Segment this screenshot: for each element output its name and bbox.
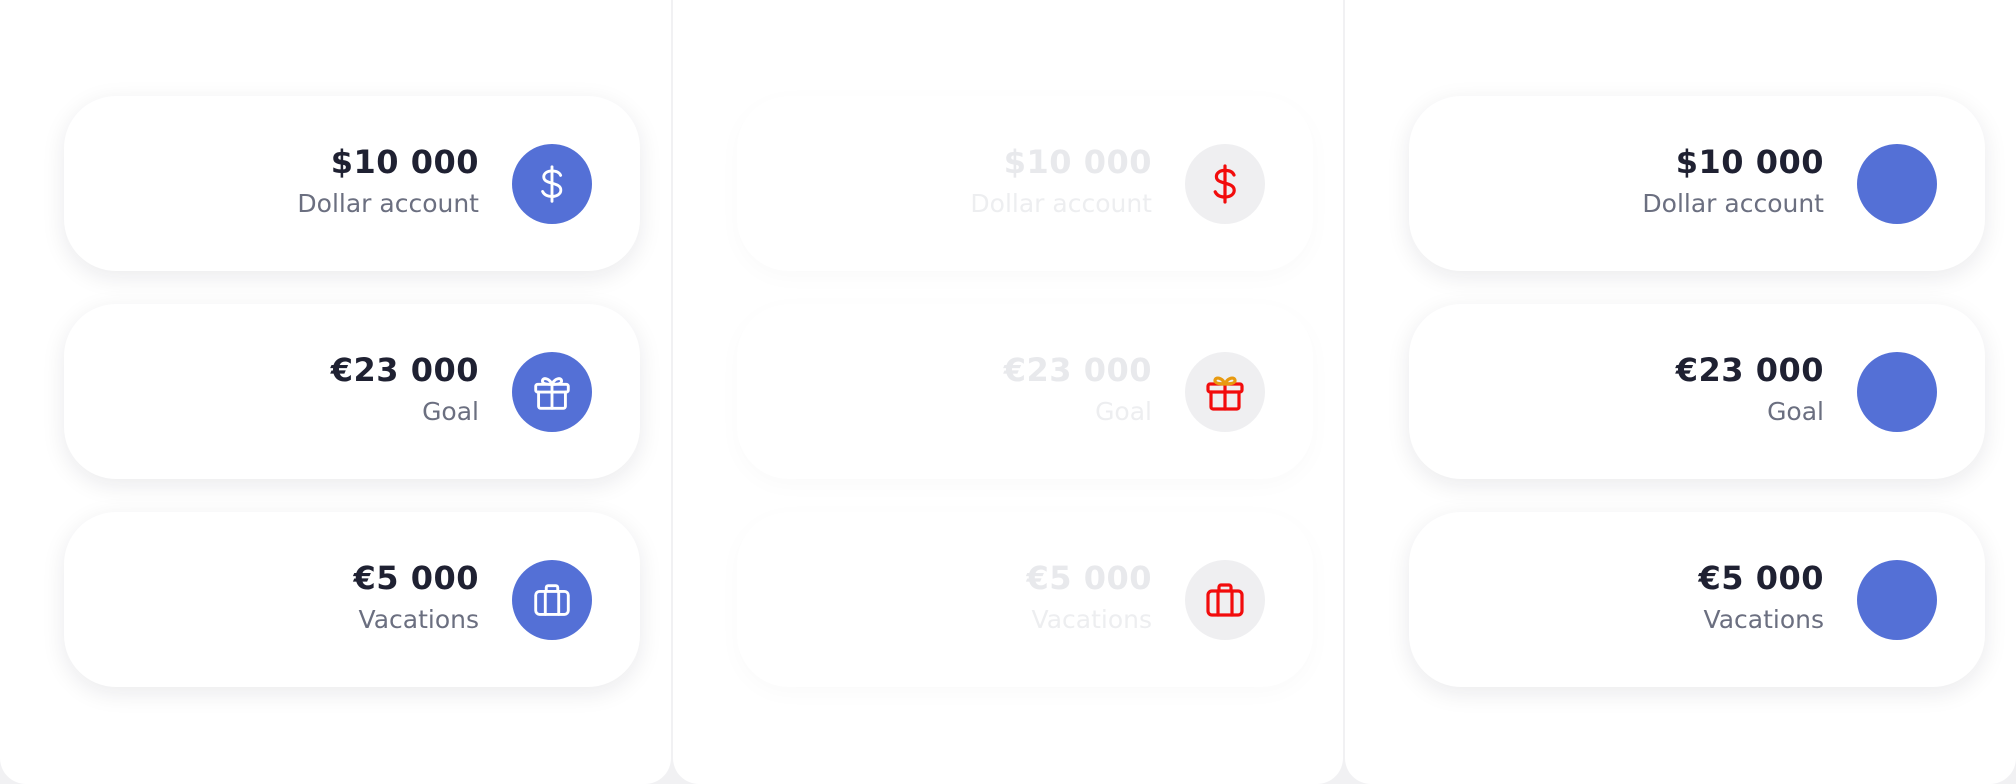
card-label: Vacations (358, 605, 479, 634)
briefcase-icon (1206, 583, 1244, 617)
dollar-account-card[interactable]: $10 000 Dollar account (1409, 96, 1985, 271)
card-amount: €5 000 (1026, 559, 1152, 597)
card-label: Dollar account (297, 189, 479, 218)
card-label: Goal (1095, 397, 1152, 426)
card-icon-badge (1185, 352, 1265, 432)
goal-card[interactable]: €23 000 Goal (64, 304, 640, 479)
card-text: $10 000 Dollar account (970, 146, 1152, 216)
panel-ghost: $10 000 Dollar account €23 000 Goal €5 0… (673, 0, 1343, 784)
card-amount: $10 000 (1003, 143, 1152, 181)
dollar-account-card[interactable]: $10 000 Dollar account (737, 96, 1313, 271)
briefcase-icon (534, 584, 570, 616)
card-icon-badge (512, 560, 592, 640)
goal-card[interactable]: €23 000 Goal (1409, 304, 1985, 479)
card-text: $10 000 Dollar account (1642, 146, 1824, 216)
card-label: Goal (1767, 397, 1824, 426)
card-text: €23 000 Goal (331, 354, 479, 424)
blank-circle-icon (1857, 144, 1937, 224)
card-text: €23 000 Goal (1676, 354, 1824, 424)
goal-card[interactable]: €23 000 Goal (737, 304, 1313, 479)
card-text: €5 000 Vacations (1699, 562, 1824, 632)
vacations-card[interactable]: €5 000 Vacations (64, 512, 640, 687)
card-amount: €23 000 (330, 351, 479, 389)
card-text: $10 000 Dollar account (297, 146, 479, 216)
card-amount: €23 000 (1675, 351, 1824, 389)
dollar-icon (1213, 164, 1236, 204)
account-cards-board: $10 000 Dollar account €23 000 Goal €5 0… (0, 0, 2016, 784)
panel-no-icon: $10 000 Dollar account €23 000 Goal €5 0… (1345, 0, 2016, 784)
card-label: Goal (422, 397, 479, 426)
card-amount: $10 000 (1675, 143, 1824, 181)
card-text: €23 000 Goal (1004, 354, 1152, 424)
card-label: Dollar account (970, 189, 1152, 218)
vacations-card[interactable]: €5 000 Vacations (1409, 512, 1985, 687)
blank-circle-icon (1857, 352, 1937, 432)
card-icon-badge (512, 144, 592, 224)
dollar-account-card[interactable]: $10 000 Dollar account (64, 96, 640, 271)
card-label: Vacations (1703, 605, 1824, 634)
card-icon-badge (512, 352, 592, 432)
blank-circle-icon (1857, 560, 1937, 640)
card-amount: €5 000 (1698, 559, 1824, 597)
vacations-card[interactable]: €5 000 Vacations (737, 512, 1313, 687)
card-amount: $10 000 (330, 143, 479, 181)
card-text: €5 000 Vacations (354, 562, 479, 632)
card-icon-badge (1185, 144, 1265, 224)
card-label: Dollar account (1642, 189, 1824, 218)
dollar-icon (541, 165, 563, 203)
card-amount: €23 000 (1003, 351, 1152, 389)
card-label: Vacations (1031, 605, 1152, 634)
card-amount: €5 000 (353, 559, 479, 597)
card-text: €5 000 Vacations (1027, 562, 1152, 632)
card-icon-badge (1185, 560, 1265, 640)
panel-default: $10 000 Dollar account €23 000 Goal €5 0… (0, 0, 671, 784)
gift-icon (1206, 376, 1244, 411)
gift-icon (534, 377, 570, 410)
